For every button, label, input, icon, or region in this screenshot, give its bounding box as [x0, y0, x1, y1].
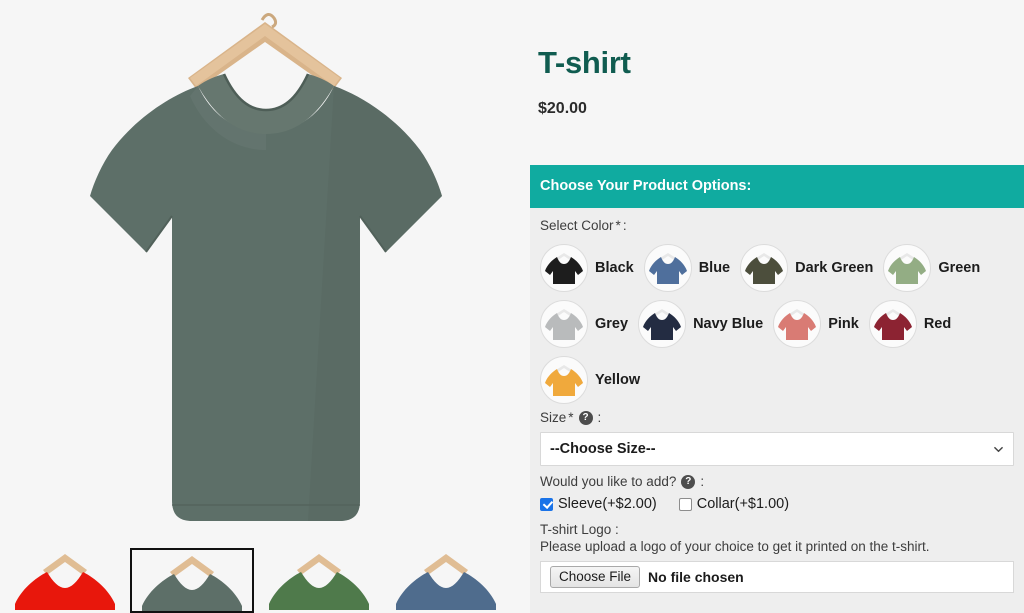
thumb-dark-green-icon	[136, 550, 248, 611]
product-price: $20.00	[538, 100, 587, 117]
sleeve-checkbox[interactable]	[540, 497, 553, 511]
color-option-blue[interactable]: Blue	[643, 240, 738, 296]
size-label-text: Size	[540, 410, 567, 425]
swatch-thumb-dark-green[interactable]	[740, 244, 789, 292]
tshirt-swatch-icon	[648, 253, 687, 284]
color-label: Blue	[698, 260, 731, 276]
swatch-thumb-navy-blue[interactable]	[638, 300, 687, 348]
gallery-thumbnail[interactable]	[384, 548, 508, 613]
size-label: Size * ? :	[540, 410, 1014, 425]
color-label: Grey	[595, 316, 629, 332]
gallery-thumbnail[interactable]	[3, 548, 127, 613]
question-mark-icon[interactable]: ?	[681, 474, 696, 489]
options-panel-header: Choose Your Product Options:	[530, 165, 1024, 208]
color-option-green[interactable]: Green	[883, 240, 988, 296]
swatch-thumb-grey[interactable]	[540, 300, 588, 348]
color-swatch-grid: Black Blue Dark Green Green Grey Navy Bl…	[540, 240, 1020, 408]
color-label: Dark Green	[795, 260, 874, 276]
color-option-navy-blue[interactable]: Navy Blue	[638, 296, 771, 352]
color-label: Yellow	[595, 372, 641, 388]
color-label: Green	[938, 260, 981, 276]
choose-file-button[interactable]: Choose File	[550, 566, 641, 588]
file-status-text: No file chosen	[648, 569, 744, 585]
required-asterisk: *	[568, 410, 574, 425]
color-option-black[interactable]: Black	[540, 240, 642, 296]
swatch-thumb-red[interactable]	[868, 300, 917, 348]
swatch-thumb-black[interactable]	[540, 244, 588, 292]
thumb-green-icon	[263, 548, 375, 610]
page-title: T-shirt	[538, 45, 631, 80]
tshirt-swatch-icon	[545, 309, 583, 340]
addon-label: Sleeve(+$2.00)	[558, 496, 657, 512]
product-gallery	[0, 0, 530, 613]
logo-label: T-shirt Logo :	[540, 522, 619, 537]
tshirt-swatch-icon	[545, 253, 583, 284]
color-option-red[interactable]: Red	[868, 296, 959, 352]
size-select-wrapper: --Choose Size--	[540, 432, 1014, 466]
tshirt-swatch-icon	[643, 309, 682, 340]
tshirt-hero-illustration	[50, 0, 480, 545]
color-label: Black	[595, 260, 634, 276]
colon-suffix: :	[622, 218, 627, 233]
question-mark-icon[interactable]: ?	[578, 410, 593, 425]
swatch-thumb-pink[interactable]	[773, 300, 822, 348]
select-color-label-text: Select Color	[540, 218, 614, 233]
logo-file-input[interactable]: Choose File No file chosen	[540, 561, 1014, 593]
addons-row: Sleeve(+$2.00) Collar(+$1.00)	[540, 496, 1014, 512]
tshirt-swatch-icon	[873, 309, 912, 340]
gallery-thumbnail[interactable]	[257, 548, 381, 613]
product-options-panel: Choose Your Product Options: Select Colo…	[530, 165, 1024, 613]
size-select[interactable]: --Choose Size--	[540, 432, 1014, 466]
color-option-dark-green[interactable]: Dark Green	[740, 240, 881, 296]
color-option-grey[interactable]: Grey	[540, 296, 636, 352]
logo-instruction: Please upload a logo of your choice to g…	[540, 539, 930, 554]
product-page: T-shirt $20.00 Choose Your Product Optio…	[0, 0, 1024, 613]
tshirt-swatch-icon	[888, 253, 927, 284]
addon-option-collar[interactable]: Collar(+$1.00)	[678, 496, 790, 512]
product-details: T-shirt $20.00 Choose Your Product Optio…	[530, 0, 1024, 613]
swatch-thumb-yellow[interactable]	[540, 356, 588, 404]
options-panel-body: Select Color * : Black Blue Dark Green G…	[530, 208, 1024, 603]
colon-suffix: :	[700, 474, 705, 489]
swatch-thumb-green[interactable]	[883, 244, 932, 292]
addon-label: Collar(+$1.00)	[696, 496, 790, 512]
addons-label: Would you like to add? ? :	[540, 474, 1014, 489]
color-label: Navy Blue	[693, 316, 764, 332]
main-product-image[interactable]	[0, 0, 530, 545]
gallery-thumbnail[interactable]	[130, 548, 254, 613]
thumbnail-strip	[0, 548, 530, 613]
tshirt-swatch-icon	[778, 309, 817, 340]
addon-option-sleeve[interactable]: Sleeve(+$2.00)	[540, 496, 657, 512]
swatch-thumb-blue[interactable]	[643, 244, 692, 292]
collar-checkbox[interactable]	[678, 497, 692, 511]
thumb-red-icon	[9, 548, 121, 610]
addons-label-text: Would you like to add?	[540, 474, 677, 489]
color-option-yellow[interactable]: Yellow	[540, 352, 648, 408]
select-color-label: Select Color * :	[540, 218, 1014, 233]
thumb-blue-icon	[390, 548, 502, 610]
color-option-pink[interactable]: Pink	[773, 296, 867, 352]
color-label: Pink	[828, 316, 859, 332]
tshirt-swatch-icon	[545, 365, 583, 396]
colon-suffix: :	[597, 410, 602, 425]
required-asterisk: *	[615, 218, 621, 233]
tshirt-swatch-icon	[745, 253, 784, 284]
color-label: Red	[923, 316, 952, 332]
